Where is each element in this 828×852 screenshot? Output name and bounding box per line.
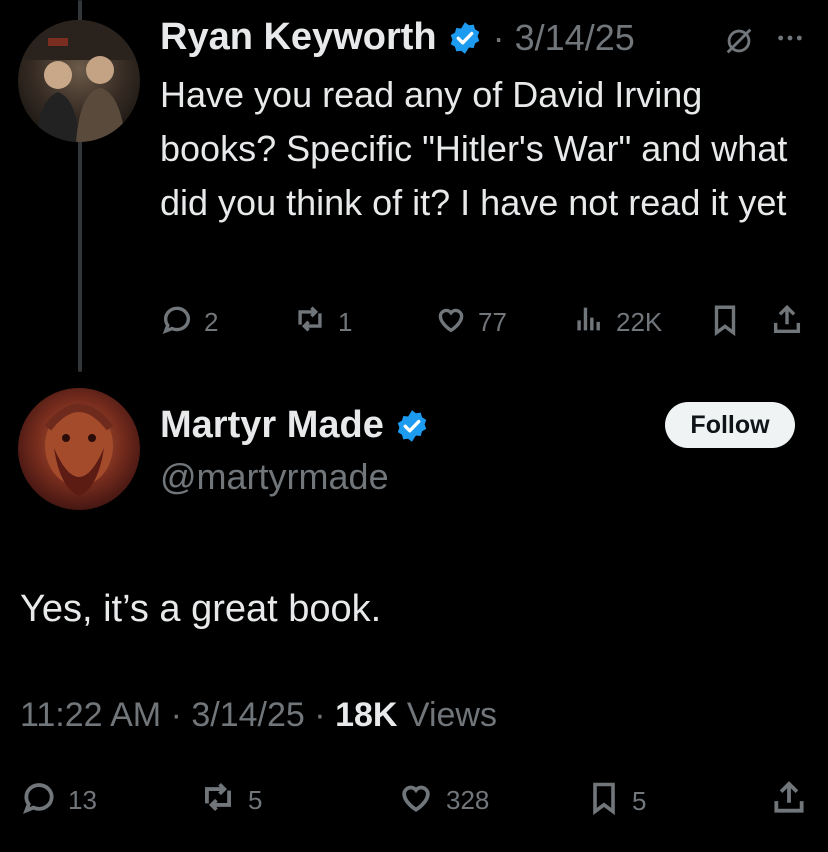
reply-icon bbox=[160, 302, 194, 343]
follow-button[interactable]: Follow bbox=[665, 402, 795, 448]
like-icon bbox=[434, 302, 468, 343]
author-name[interactable]: Martyr Made bbox=[160, 404, 384, 447]
more-icon[interactable] bbox=[774, 22, 806, 59]
reply-icon bbox=[20, 778, 58, 823]
share-button[interactable] bbox=[770, 778, 808, 825]
reply-count: 13 bbox=[68, 785, 97, 815]
repost-icon bbox=[292, 302, 328, 343]
tweet-time[interactable]: 11:22 AM bbox=[20, 696, 161, 734]
reply-button[interactable]: 13 bbox=[20, 778, 97, 823]
author-handle[interactable]: @martyrmade bbox=[160, 456, 389, 498]
views-button[interactable]: 22K bbox=[572, 302, 662, 343]
repost-count: 1 bbox=[338, 307, 353, 337]
avatar[interactable] bbox=[18, 388, 140, 510]
like-button[interactable]: 328 bbox=[396, 778, 489, 823]
share-icon bbox=[770, 778, 808, 825]
tweet-text: Yes, it’s a great book. bbox=[20, 588, 382, 630]
tweet-date[interactable]: 3/14/25 bbox=[515, 17, 635, 59]
repost-button[interactable]: 1 bbox=[292, 302, 352, 343]
like-button[interactable]: 77 bbox=[434, 302, 507, 343]
reply-button[interactable]: 2 bbox=[160, 302, 218, 343]
bookmark-button[interactable] bbox=[708, 302, 742, 345]
avatar[interactable] bbox=[18, 20, 140, 142]
bookmark-icon bbox=[586, 778, 622, 825]
share-button[interactable] bbox=[770, 302, 804, 345]
bookmark-button[interactable]: 5 bbox=[586, 778, 646, 825]
author-name[interactable]: Ryan Keyworth bbox=[160, 16, 437, 59]
like-count: 77 bbox=[478, 307, 507, 337]
views-count: 22K bbox=[616, 307, 663, 337]
tweet-date[interactable]: 3/14/25 bbox=[191, 696, 304, 734]
reply-count: 2 bbox=[204, 307, 219, 337]
muted-icon[interactable] bbox=[722, 24, 756, 63]
separator-dot: · bbox=[170, 696, 192, 734]
share-icon bbox=[770, 302, 804, 345]
separator-dot: · bbox=[492, 16, 505, 58]
views-label: Views bbox=[406, 696, 497, 734]
like-icon bbox=[396, 778, 436, 823]
tweet-header: Martyr Made bbox=[160, 404, 430, 447]
verified-badge-icon bbox=[394, 408, 430, 444]
repost-button[interactable]: 5 bbox=[198, 778, 262, 823]
verified-badge-icon bbox=[447, 20, 483, 56]
repost-count: 5 bbox=[248, 785, 263, 815]
views-icon bbox=[572, 302, 606, 343]
repost-icon bbox=[198, 778, 238, 823]
tweet-header: Ryan Keyworth · 3/14/25 bbox=[160, 16, 635, 59]
views-count: 18K bbox=[335, 696, 398, 734]
tweet-meta: 11:22 AM · 3/14/25 · 18K Views bbox=[20, 696, 497, 735]
bookmark-count: 5 bbox=[632, 786, 647, 816]
like-count: 328 bbox=[446, 785, 490, 815]
separator-dot: · bbox=[314, 696, 336, 734]
tweet-text: Have you read any of David Irving books?… bbox=[160, 74, 788, 223]
bookmark-icon bbox=[708, 302, 742, 345]
